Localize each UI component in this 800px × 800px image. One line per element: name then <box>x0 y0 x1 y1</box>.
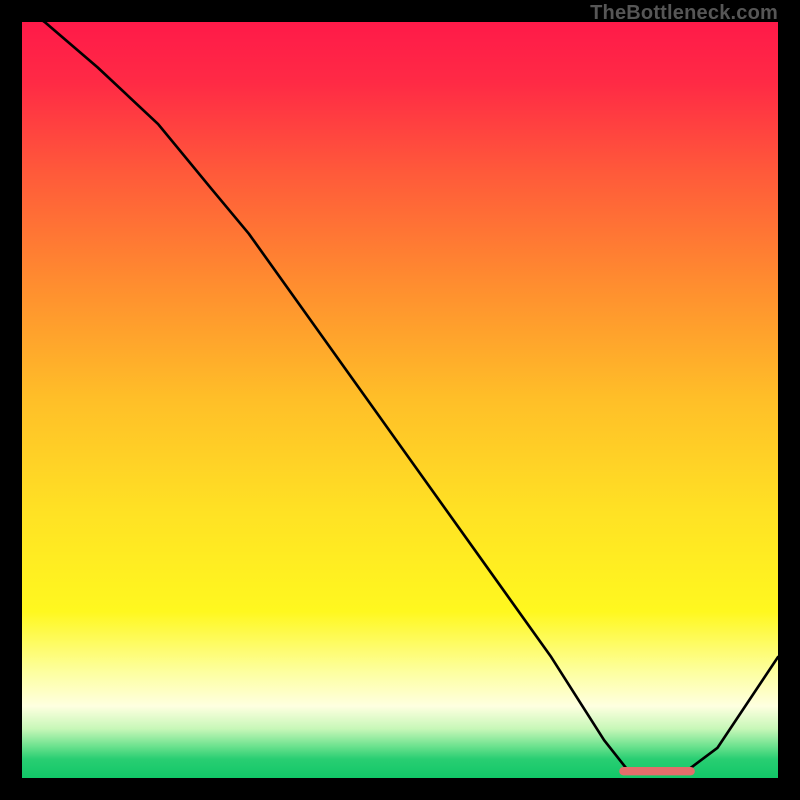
bottleneck-chart <box>22 22 778 778</box>
optimal-range-marker <box>619 767 695 775</box>
watermark-text: TheBottleneck.com <box>590 2 778 25</box>
chart-background <box>22 22 778 778</box>
